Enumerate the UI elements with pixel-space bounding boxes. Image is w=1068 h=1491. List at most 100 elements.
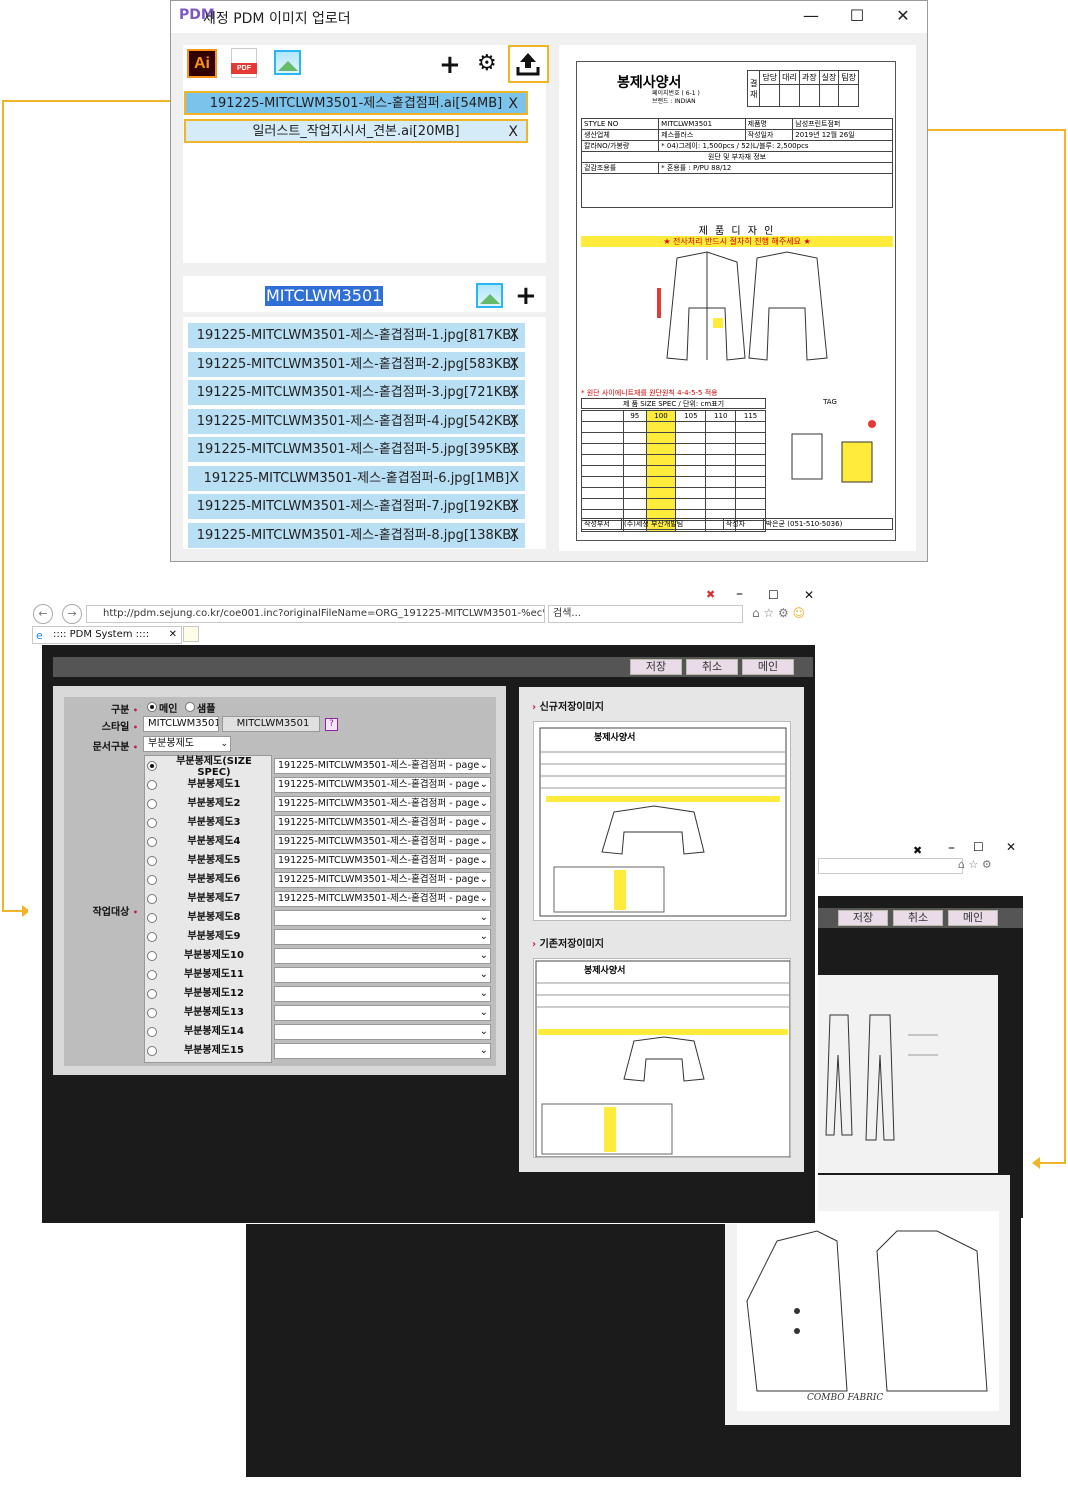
tab-pdm-system[interactable]: e :::: PDM System :::: ✕ xyxy=(32,626,182,644)
maximize-icon[interactable]: ☐ xyxy=(768,588,779,602)
maximize-button[interactable]: ☐ xyxy=(837,5,877,29)
image-file-row[interactable]: 191225-MITCLWM3501-제스-홑겹점퍼-5.jpg[395KB] X xyxy=(188,437,525,462)
design-file-row[interactable]: 191225-MITCLWM3501-제스-홑겹점퍼.ai[54MB] X xyxy=(184,91,528,115)
close-icon[interactable]: ✕ xyxy=(804,588,814,602)
image-icon[interactable] xyxy=(274,50,301,75)
target-radio[interactable] xyxy=(147,837,157,847)
pdf-icon[interactable]: PDF xyxy=(231,48,257,78)
type-main-radio[interactable] xyxy=(147,702,157,712)
minimize-icon[interactable]: – xyxy=(736,586,743,602)
target-file-select[interactable]: ⌄ xyxy=(274,1005,491,1021)
add-image-button[interactable]: + xyxy=(515,283,537,309)
gear-icon[interactable]: ⚙ xyxy=(477,53,497,75)
style-code-field[interactable]: MITCLWM3501 xyxy=(265,286,384,306)
illustrator-icon[interactable]: Ai xyxy=(187,49,217,78)
target-file-value: 191225-MITCLWM3501-제스-홑겹점퍼 - page 3 xyxy=(278,817,489,828)
image-file-row[interactable]: 191225-MITCLWM3501-제스-홑겹점퍼-6.jpg[1MB] X xyxy=(188,465,525,491)
target-file-select[interactable]: 191225-MITCLWM3501-제스-홑겹점퍼 - page 7 ⌄ xyxy=(274,891,491,907)
style-input[interactable]: MITCLWM3501 xyxy=(143,716,219,732)
target-file-select[interactable]: ⌄ xyxy=(274,986,491,1002)
remove-file-button[interactable]: X xyxy=(508,121,518,143)
target-radio[interactable] xyxy=(147,818,157,828)
remove-image-button[interactable]: X xyxy=(509,323,519,348)
design-file-row[interactable]: 일러스트_작업지시서_견본.ai[20MB] X xyxy=(184,119,528,143)
image-file-row[interactable]: 191225-MITCLWM3501-제스-홑겹점퍼-3.jpg[721KB] X xyxy=(188,380,525,405)
target-radio[interactable] xyxy=(147,1046,157,1056)
approval-role: 담당 xyxy=(759,70,781,85)
target-file-select[interactable]: 191225-MITCLWM3501-제스-홑겹점퍼 - page 5 ⌄ xyxy=(274,853,491,869)
target-file-select[interactable]: ⌄ xyxy=(274,1024,491,1040)
minimize-button[interactable]: — xyxy=(791,5,831,29)
fabric-section: 원단 및 부자재 정보 xyxy=(581,151,893,163)
target-radio[interactable] xyxy=(147,761,157,771)
save-button[interactable]: 저장 xyxy=(630,659,682,675)
image-file-row[interactable]: 191225-MITCLWM3501-제스-홑겹점퍼-1.jpg[817KB] X xyxy=(188,323,525,348)
image-add-icon[interactable] xyxy=(476,283,503,308)
forward-nav-icon[interactable]: → xyxy=(62,604,82,624)
search-input[interactable]: 검색... xyxy=(548,605,743,623)
image-file-row[interactable]: 191225-MITCLWM3501-제스-홑겹점퍼-7.jpg[192KB] X xyxy=(188,494,525,519)
target-radio[interactable] xyxy=(147,799,157,809)
back-nav-icon[interactable]: ← xyxy=(33,604,53,624)
remove-image-button[interactable]: X xyxy=(509,494,519,519)
close-button[interactable]: ✕ xyxy=(883,5,923,29)
cancel-button[interactable]: 취소 xyxy=(893,910,943,926)
maximize-icon[interactable]: ☐ xyxy=(973,840,984,854)
footer-writer: 박은균 (051-510-5036) xyxy=(762,518,894,530)
target-radio[interactable] xyxy=(147,875,157,885)
add-file-button[interactable]: + xyxy=(439,52,461,78)
target-row-label: 부분봉제도2 xyxy=(187,798,241,809)
target-radio[interactable] xyxy=(147,913,157,923)
target-radio[interactable] xyxy=(147,1008,157,1018)
remove-image-button[interactable]: X xyxy=(509,409,519,434)
jacket-sketch: COMBO FABRIC xyxy=(737,1211,999,1411)
remove-image-button[interactable]: X xyxy=(509,466,519,491)
target-file-select[interactable]: ⌄ xyxy=(274,1043,491,1059)
target-file-select[interactable]: ⌄ xyxy=(274,967,491,983)
image-file-row[interactable]: 191225-MITCLWM3501-제스-홑겹점퍼-2.jpg[583KB] X xyxy=(188,351,525,377)
cancel-button[interactable]: 취소 xyxy=(686,659,738,675)
image-file-row[interactable]: 191225-MITCLWM3501-제스-홑겹점퍼-4.jpg[542KB] X xyxy=(188,408,525,434)
target-file-select[interactable]: 191225-MITCLWM3501-제스-홑겹점퍼 - page 1 ⌄ xyxy=(274,777,491,793)
target-file-select[interactable]: 191225-MITCLWM3501-제스-홑겹점퍼 - page 0 ⌄ xyxy=(274,758,491,774)
target-file-select[interactable]: 191225-MITCLWM3501-제스-홑겹점퍼 - page 3 ⌄ xyxy=(274,815,491,831)
type-sample-radio[interactable] xyxy=(185,702,195,712)
main-button[interactable]: 메인 xyxy=(948,910,998,926)
target-radio[interactable] xyxy=(147,780,157,790)
minimize-icon[interactable]: – xyxy=(948,840,955,856)
remove-image-button[interactable]: X xyxy=(509,380,519,405)
new-tab-icon[interactable] xyxy=(183,626,199,642)
close-icon[interactable]: ✕ xyxy=(1006,840,1016,854)
remove-image-button[interactable]: X xyxy=(509,352,519,377)
search-input[interactable] xyxy=(818,858,963,874)
save-button[interactable]: 저장 xyxy=(838,910,888,926)
target-radio[interactable] xyxy=(147,1027,157,1037)
spec-sub2: 브랜드 : INDIAN xyxy=(652,98,696,105)
target-file-select[interactable]: ⌄ xyxy=(274,929,491,945)
main-button[interactable]: 메인 xyxy=(742,659,794,675)
help-button[interactable]: ? xyxy=(325,718,338,731)
remove-image-button[interactable]: X xyxy=(509,523,519,548)
upload-button[interactable] xyxy=(508,45,549,83)
image-file-row[interactable]: 191225-MITCLWM3501-제스-홑겹점퍼-8.jpg[138KB] X xyxy=(188,522,525,548)
target-file-select[interactable]: ⌄ xyxy=(274,910,491,926)
target-radio[interactable] xyxy=(147,951,157,961)
remove-file-button[interactable]: X xyxy=(508,93,518,115)
target-file-select[interactable]: 191225-MITCLWM3501-제스-홑겹점퍼 - page 4 ⌄ xyxy=(274,834,491,850)
target-row-label: 부분봉제도7 xyxy=(187,893,241,904)
target-radio[interactable] xyxy=(147,894,157,904)
toolbar-icons[interactable]: ⌂ ☆ ⚙ xyxy=(958,858,992,871)
doc-type-select[interactable]: 부분봉제도 ⌄ xyxy=(143,736,231,752)
target-radio[interactable] xyxy=(147,989,157,999)
target-radio[interactable] xyxy=(147,856,157,866)
target-radio[interactable] xyxy=(147,932,157,942)
target-file-select[interactable]: ⌄ xyxy=(274,948,491,964)
target-file-select[interactable]: 191225-MITCLWM3501-제스-홑겹점퍼 - page 2 ⌄ xyxy=(274,796,491,812)
toolbar-icons[interactable]: ⌂ ☆ ⚙ ☺ xyxy=(752,606,805,620)
tab-close-icon[interactable]: ✕ xyxy=(169,627,177,643)
remove-image-button[interactable]: X xyxy=(509,437,519,462)
target-file-select[interactable]: 191225-MITCLWM3501-제스-홑겹점퍼 - page 6 ⌄ xyxy=(274,872,491,888)
address-bar[interactable]: http://pdm.sejung.co.kr/coe001.inc?origi… xyxy=(86,605,545,623)
target-radio[interactable] xyxy=(147,970,157,980)
chevron-down-icon: ⌄ xyxy=(220,739,228,749)
